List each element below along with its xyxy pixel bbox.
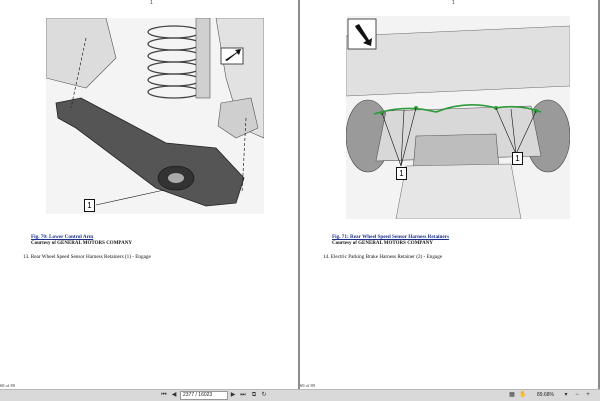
callout-1-second: 1 <box>512 152 523 165</box>
step-instruction: 13. Rear Wheel Speed Sensor Harness Reta… <box>23 254 151 260</box>
prev-page-icon[interactable]: ◀ <box>170 391 178 400</box>
zoom-level[interactable]: 89.68% <box>537 391 554 400</box>
next-page-icon[interactable]: ▶ <box>229 391 237 400</box>
figure-caption-link[interactable]: Fig. 71: Rear Wheel Speed Sensor Harness… <box>332 234 449 240</box>
page-number-input[interactable]: 2377 / 16023 <box>180 391 228 400</box>
zoom-in-icon[interactable]: + <box>584 391 592 400</box>
harness-retainers-illustration <box>346 16 570 219</box>
figure-credit: Courtesy of GENERAL MOTORS COMPANY <box>31 241 132 246</box>
figure-credit: Courtesy of GENERAL MOTORS COMPANY <box>332 241 433 246</box>
fit-page-icon[interactable]: ⧉ <box>250 391 258 400</box>
zoom-dropdown-icon[interactable]: ▾ <box>562 391 570 400</box>
page-footer: 69 of 89 <box>300 383 315 388</box>
lower-control-arm-illustration <box>46 18 264 214</box>
first-page-icon[interactable]: ⏮ <box>160 391 168 400</box>
page-top-marker: 1 <box>452 0 455 6</box>
step-instruction: 14. Electric Parking Brake Harness Retai… <box>323 254 443 260</box>
figure-lower-control-arm <box>46 18 264 214</box>
figure-harness-retainers <box>346 16 570 219</box>
hand-tool-icon[interactable]: ✋ <box>519 391 527 400</box>
callout-1: 1 <box>84 199 95 212</box>
page-footer: 68 of 89 <box>0 383 15 388</box>
pdf-toolbar: ⏮ ◀ 2377 / 16023 ▶ ⏭ ⧉ ↻ ▦ ✋ 89.68% ▾ − … <box>0 389 600 401</box>
page-68: 1 1 Fig. 70: Lower Control Arm Courtesy … <box>0 0 298 389</box>
grid-view-icon[interactable]: ▦ <box>508 391 516 400</box>
figure-caption-link[interactable]: Fig. 70: Lower Control Arm <box>31 234 93 240</box>
page-69: 1 1 1 Fig. 71: Rear Wheel Speed Sensor H… <box>300 0 598 389</box>
last-page-icon[interactable]: ⏭ <box>239 391 247 400</box>
document-viewport: 1 1 Fig. 70: Lower Control Arm Courtesy … <box>0 0 600 389</box>
callout-1: 1 <box>396 167 407 180</box>
rotate-icon[interactable]: ↻ <box>260 391 268 400</box>
zoom-out-icon[interactable]: − <box>573 391 581 400</box>
page-top-marker: 1 <box>150 0 153 6</box>
